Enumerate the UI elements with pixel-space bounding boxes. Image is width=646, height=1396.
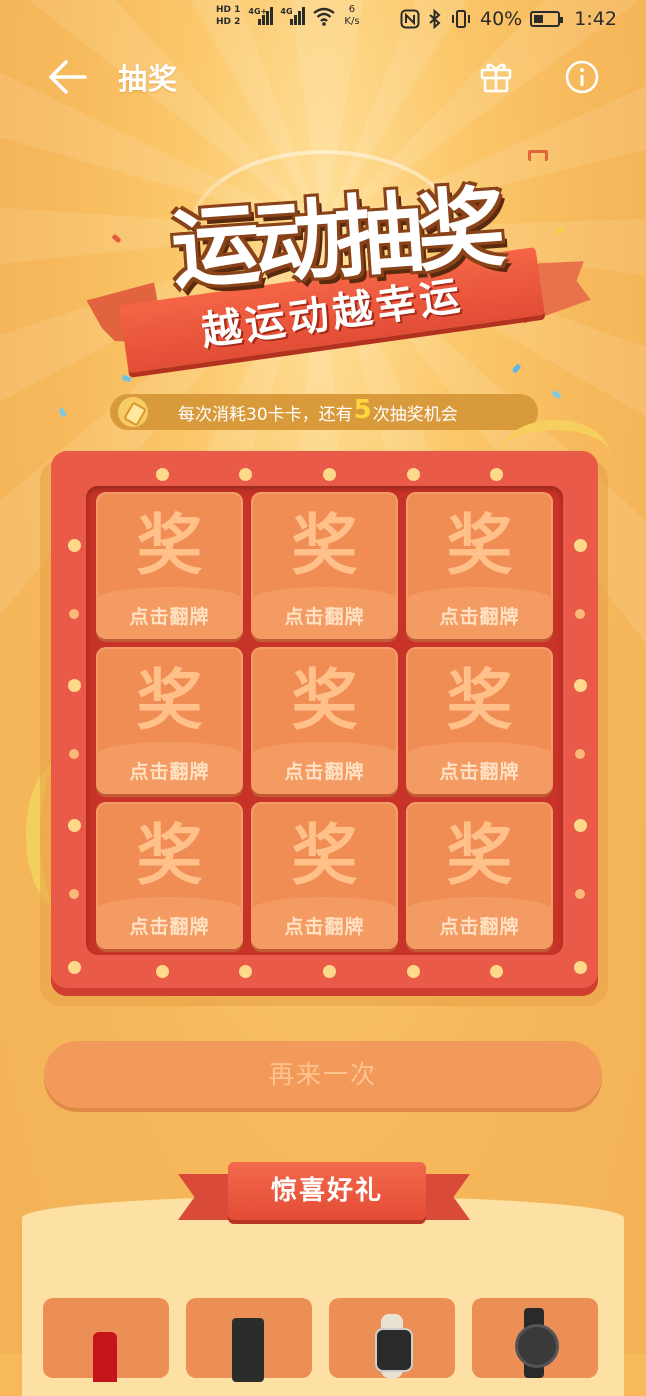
board-light (407, 965, 420, 978)
prize-card-band[interactable] (329, 1298, 455, 1378)
battery-icon (530, 11, 564, 27)
clock: 1:42 (574, 8, 617, 30)
speed-unit: K/s (344, 16, 360, 27)
bluetooth-icon (429, 9, 441, 29)
flip-card-label: 点击翻牌 (439, 606, 520, 628)
board-light (490, 965, 503, 978)
prize-glyph: 奖 (136, 817, 203, 894)
board-light (323, 965, 336, 978)
board-light (574, 679, 587, 692)
power-bank-icon (232, 1318, 264, 1382)
prize-card-watch[interactable] (472, 1298, 598, 1378)
board-light (69, 889, 79, 899)
flip-card-label: 点击翻牌 (439, 761, 520, 783)
vibrate-icon (452, 10, 470, 28)
flip-card[interactable]: 奖点击翻牌 (96, 647, 243, 794)
board-light (69, 609, 79, 619)
flip-card[interactable]: 奖点击翻牌 (251, 802, 398, 949)
board-light (239, 965, 252, 978)
page-title: 抽奖 (118, 62, 179, 96)
wifi-icon (313, 7, 336, 26)
board-light (68, 819, 81, 832)
ticket-icon (118, 397, 148, 427)
prize-glyph: 奖 (291, 817, 358, 894)
hd-indicator: HD 1 HD 2 (216, 5, 240, 28)
lottery-board: 奖点击翻牌奖点击翻牌奖点击翻牌奖点击翻牌奖点击翻牌奖点击翻牌奖点击翻牌奖点击翻牌… (51, 451, 598, 996)
flip-card[interactable]: 奖点击翻牌 (406, 492, 553, 639)
signal-icon: 4G+ (248, 7, 274, 25)
board-light (156, 468, 169, 481)
chance-info-suffix: 次抽奖机会 (372, 404, 458, 425)
flip-card[interactable]: 奖点击翻牌 (406, 802, 553, 949)
flip-card[interactable]: 奖点击翻牌 (251, 492, 398, 639)
hd2-label: HD 2 (216, 16, 241, 27)
status-left: HD 1 HD 2 4G+ 4G 6 K/s (216, 4, 360, 28)
hero-title: 运动抽奖 (168, 175, 503, 302)
nav-bar: 抽奖 (0, 52, 646, 102)
chance-info-pill: 每次消耗30卡卡，还有 5 次抽奖机会 (110, 394, 538, 430)
info-icon[interactable] (565, 60, 599, 94)
signal-icon-2: 4G (280, 7, 306, 25)
prize-glyph: 奖 (446, 662, 513, 739)
network-speed: 6 K/s (344, 4, 359, 28)
chance-info-prefix: 每次消耗30卡卡，还有 (178, 404, 353, 425)
board-light (575, 749, 585, 759)
prize-glyph: 奖 (136, 507, 203, 584)
prize-glyph: 奖 (291, 662, 358, 739)
fitness-band-icon (375, 1328, 413, 1372)
board-light (575, 609, 585, 619)
board-light (490, 468, 503, 481)
card-grid: 奖点击翻牌奖点击翻牌奖点击翻牌奖点击翻牌奖点击翻牌奖点击翻牌奖点击翻牌奖点击翻牌… (86, 486, 563, 955)
gift-icon[interactable] (478, 58, 514, 94)
flip-card[interactable]: 奖点击翻牌 (96, 802, 243, 949)
chance-count: 5 (353, 395, 372, 425)
board-light (156, 965, 169, 978)
flip-card-label: 点击翻牌 (439, 916, 520, 938)
flip-card-label: 点击翻牌 (284, 761, 365, 783)
prize-glyph: 奖 (291, 507, 358, 584)
bottle-icon (93, 1332, 117, 1382)
flip-card[interactable]: 奖点击翻牌 (96, 492, 243, 639)
board-light (68, 679, 81, 692)
flip-card-label: 点击翻牌 (129, 761, 210, 783)
board-light (68, 539, 81, 552)
board-light (575, 889, 585, 899)
board-light (574, 961, 587, 974)
try-again-button[interactable]: 再来一次 (44, 1041, 602, 1108)
flip-card[interactable]: 奖点击翻牌 (251, 647, 398, 794)
prize-glyph: 奖 (446, 817, 513, 894)
hd1-label: HD 1 (216, 4, 241, 15)
board-light (323, 468, 336, 481)
speed-value: 6 (348, 4, 356, 15)
nfc-icon (400, 9, 420, 29)
prize-card-power-bank[interactable] (186, 1298, 312, 1382)
status-right: 40% 1:42 (400, 8, 617, 30)
flip-card-label: 点击翻牌 (284, 606, 365, 628)
board-light (574, 819, 587, 832)
flip-card[interactable]: 奖点击翻牌 (406, 647, 553, 794)
battery-percent: 40% (480, 8, 523, 30)
board-light (69, 749, 79, 759)
back-arrow-icon[interactable] (46, 58, 88, 96)
confetti (528, 150, 548, 161)
flip-card-label: 点击翻牌 (284, 916, 365, 938)
prize-card-bottle[interactable] (43, 1298, 169, 1382)
gifts-title: 惊喜好礼 (228, 1162, 426, 1220)
network-type-2: 4G (280, 7, 293, 16)
status-bar: HD 1 HD 2 4G+ 4G 6 K/s 40% 1:42 (0, 0, 646, 44)
smartwatch-icon (515, 1324, 559, 1368)
board-light (68, 961, 81, 974)
flip-card-label: 点击翻牌 (129, 606, 210, 628)
prize-glyph: 奖 (136, 662, 203, 739)
board-light (407, 468, 420, 481)
board-light (574, 539, 587, 552)
prize-glyph: 奖 (446, 507, 513, 584)
board-light (239, 468, 252, 481)
flip-card-label: 点击翻牌 (129, 916, 210, 938)
